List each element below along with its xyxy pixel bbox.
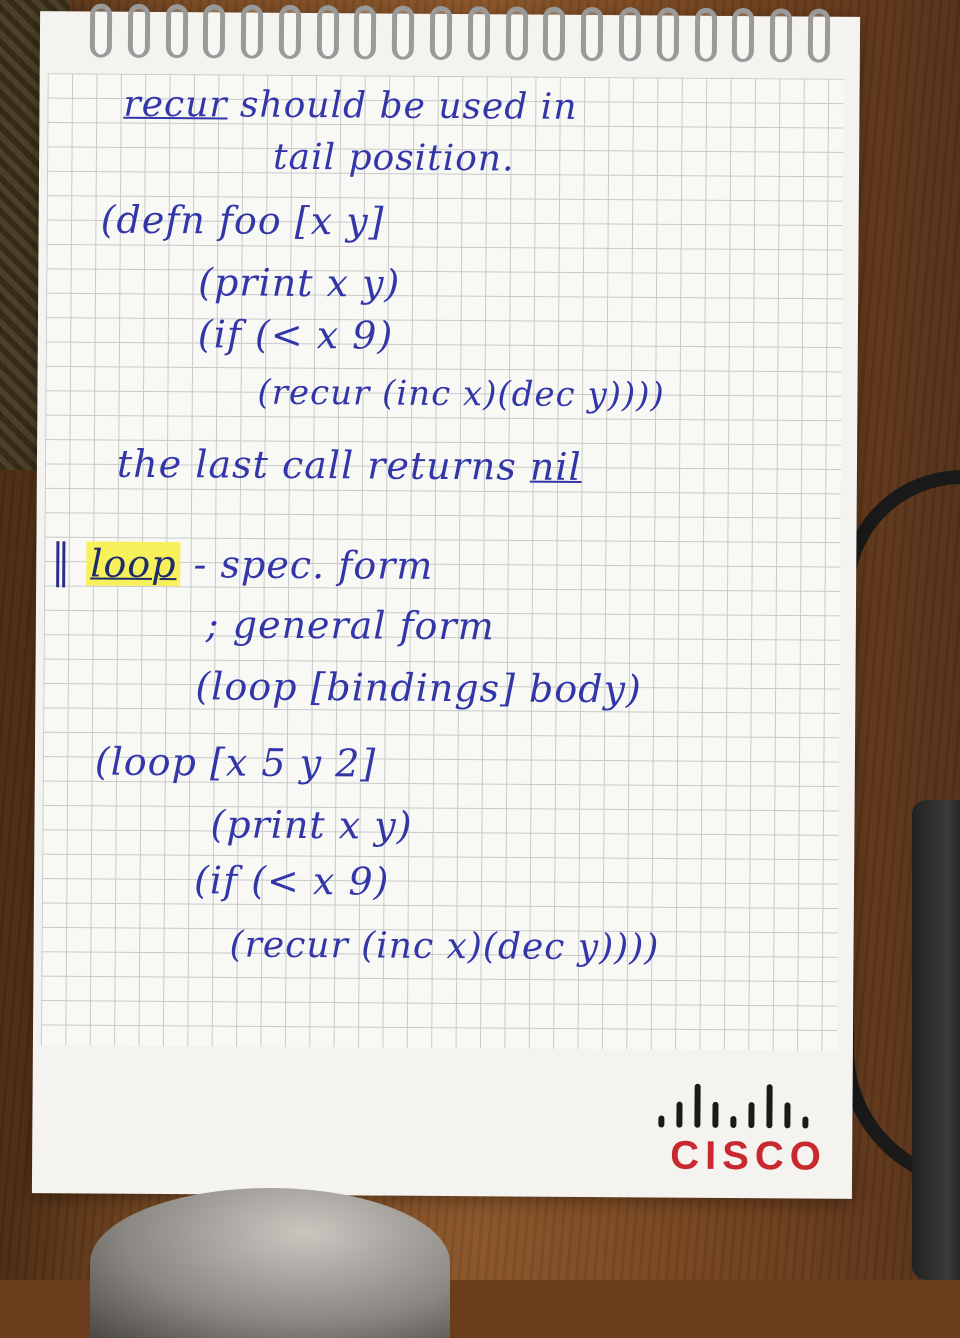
note-line: (loop [x 5 y 2]	[94, 739, 377, 786]
device	[912, 800, 960, 1280]
note-line: (print x y)	[210, 802, 413, 848]
note-line: (recur (inc x)(dec y))))	[257, 372, 665, 416]
mug	[90, 1188, 450, 1338]
note-line: the last call returns nil	[116, 441, 582, 489]
note-line: tail position.	[272, 136, 515, 180]
notebook-page: recur should be used in tail position. (…	[31, 3, 861, 1199]
note-line: (recur (inc x)(dec y))))	[229, 924, 660, 969]
note-line: (print x y)	[198, 260, 401, 306]
margin-mark	[62, 541, 66, 588]
cisco-wordmark: CISCO	[670, 1133, 827, 1179]
spiral-binding	[89, 3, 831, 69]
note-line: (loop [bindings] body)	[195, 664, 642, 712]
note-line: (defn foo [x y]	[100, 197, 385, 244]
margin-mark	[56, 541, 60, 588]
cisco-logo: CISCO	[632, 1077, 833, 1188]
note-line: loop - spec. form	[86, 541, 434, 588]
note-line: (if (< x 9)	[193, 858, 390, 904]
note-line: (if (< x 9)	[197, 312, 394, 358]
cisco-bars-icon	[658, 1077, 809, 1129]
note-line: recur should be used in	[123, 83, 578, 128]
note-line: ; general form	[205, 602, 495, 649]
